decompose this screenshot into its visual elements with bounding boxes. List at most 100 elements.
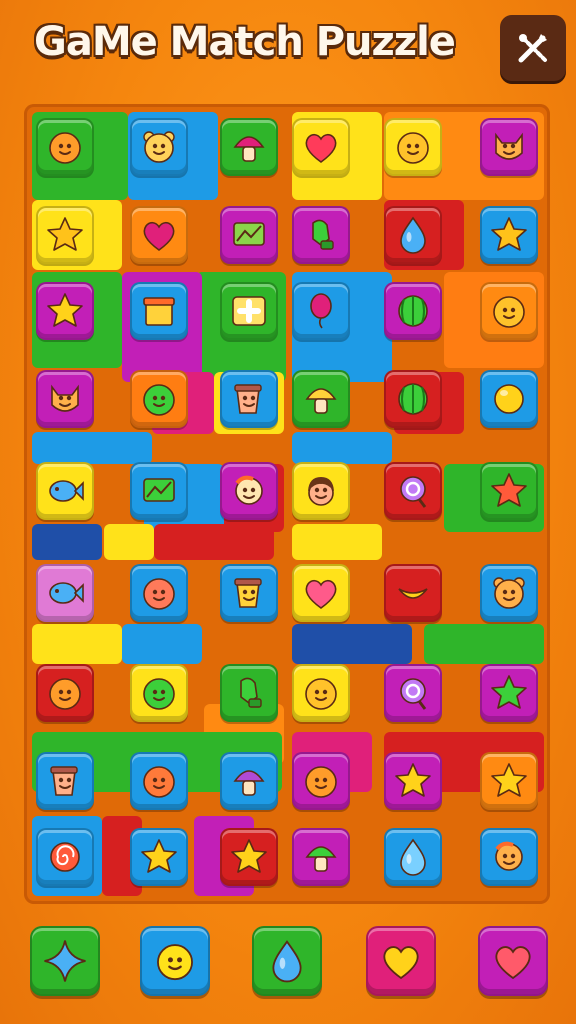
lollipop-icon <box>391 469 435 513</box>
puzzle-tile[interactable] <box>220 118 278 176</box>
game-title: GaMe Match Puzzle <box>34 19 456 65</box>
puzzle-tile[interactable] <box>292 462 350 520</box>
mitten-icon <box>299 213 343 257</box>
puzzle-tile[interactable] <box>220 206 278 264</box>
cat-icon <box>487 125 531 169</box>
puzzle-tile[interactable] <box>36 664 94 722</box>
puzzle-tile[interactable] <box>130 462 188 520</box>
heart-icon <box>376 936 426 986</box>
puzzle-tile[interactable] <box>480 370 538 428</box>
puzzle-tile[interactable] <box>384 282 442 340</box>
puzzle-tile[interactable] <box>36 206 94 264</box>
puzzle-tile[interactable] <box>292 752 350 810</box>
settings-button[interactable] <box>500 15 566 81</box>
puzzle-tile[interactable] <box>220 752 278 810</box>
puzzle-tile[interactable] <box>220 564 278 622</box>
booster-button[interactable] <box>252 926 322 996</box>
mushroom-icon <box>227 759 271 803</box>
puzzle-tile[interactable] <box>220 370 278 428</box>
puzzle-tile[interactable] <box>292 828 350 886</box>
star-icon <box>487 469 531 513</box>
puzzle-tile[interactable] <box>384 752 442 810</box>
board-color-block <box>292 432 392 464</box>
puzzle-tile[interactable] <box>130 118 188 176</box>
puzzle-tile[interactable] <box>292 118 350 176</box>
smiley-icon <box>137 571 181 615</box>
booster-button[interactable] <box>30 926 100 996</box>
puzzle-tile[interactable] <box>220 828 278 886</box>
puzzle-tile[interactable] <box>480 828 538 886</box>
mushroom-icon <box>299 377 343 421</box>
puzzle-tile[interactable] <box>384 370 442 428</box>
puzzle-tile[interactable] <box>130 664 188 722</box>
puzzle-tile[interactable] <box>292 370 350 428</box>
puzzle-tile[interactable] <box>130 370 188 428</box>
puzzle-tile[interactable] <box>480 564 538 622</box>
booster-button[interactable] <box>366 926 436 996</box>
puzzle-tile[interactable] <box>292 664 350 722</box>
flag-icon <box>227 213 271 257</box>
star-icon <box>487 671 531 715</box>
tools-icon <box>518 34 547 63</box>
sparkle-icon <box>40 936 90 986</box>
bird-icon <box>487 835 531 879</box>
puzzle-tile[interactable] <box>384 564 442 622</box>
spiral-icon <box>43 835 87 879</box>
puzzle-tile[interactable] <box>36 118 94 176</box>
puzzle-tile[interactable] <box>36 462 94 520</box>
puzzle-tile[interactable] <box>384 462 442 520</box>
smiley-icon <box>137 671 181 715</box>
puzzle-tile[interactable] <box>130 282 188 340</box>
board-color-block <box>122 624 202 664</box>
booster-button[interactable] <box>478 926 548 996</box>
melon-icon <box>391 289 435 333</box>
heart-icon <box>299 125 343 169</box>
cup-icon <box>43 759 87 803</box>
drop-icon <box>391 213 435 257</box>
puzzle-tile[interactable] <box>220 664 278 722</box>
star-icon <box>43 213 87 257</box>
puzzle-tile[interactable] <box>36 370 94 428</box>
melon-icon <box>391 377 435 421</box>
puzzle-tile[interactable] <box>292 206 350 264</box>
bear-icon <box>137 125 181 169</box>
heart-icon <box>299 571 343 615</box>
puzzle-tile[interactable] <box>130 564 188 622</box>
puzzle-tile[interactable] <box>292 282 350 340</box>
puzzle-tile[interactable] <box>480 118 538 176</box>
board-color-block <box>154 524 274 560</box>
cup-icon <box>227 377 271 421</box>
puzzle-tile[interactable] <box>36 564 94 622</box>
puzzle-tile[interactable] <box>36 828 94 886</box>
box-icon <box>137 289 181 333</box>
puzzle-tile[interactable] <box>130 206 188 264</box>
puzzle-tile[interactable] <box>480 206 538 264</box>
puzzle-tile[interactable] <box>480 664 538 722</box>
puzzle-tile[interactable] <box>384 664 442 722</box>
drop-icon <box>262 936 312 986</box>
mushroom-icon <box>299 835 343 879</box>
puzzle-tile[interactable] <box>130 752 188 810</box>
mushroom-icon <box>227 125 271 169</box>
puzzle-tile[interactable] <box>130 828 188 886</box>
puzzle-tile[interactable] <box>384 828 442 886</box>
booster-button[interactable] <box>140 926 210 996</box>
puzzle-tile[interactable] <box>292 564 350 622</box>
smiley-icon <box>391 125 435 169</box>
puzzle-tile[interactable] <box>384 118 442 176</box>
star-icon <box>43 289 87 333</box>
fish-icon <box>43 469 87 513</box>
game-board <box>24 104 550 904</box>
puzzle-tile[interactable] <box>220 282 278 340</box>
puzzle-tile[interactable] <box>36 282 94 340</box>
star-icon <box>137 835 181 879</box>
puzzle-tile[interactable] <box>480 462 538 520</box>
puzzle-tile[interactable] <box>384 206 442 264</box>
puzzle-tile[interactable] <box>36 752 94 810</box>
cat-icon <box>43 377 87 421</box>
puzzle-tile[interactable] <box>220 462 278 520</box>
fish-icon <box>43 571 87 615</box>
puzzle-tile[interactable] <box>480 282 538 340</box>
flag-icon <box>137 469 181 513</box>
puzzle-tile[interactable] <box>480 752 538 810</box>
